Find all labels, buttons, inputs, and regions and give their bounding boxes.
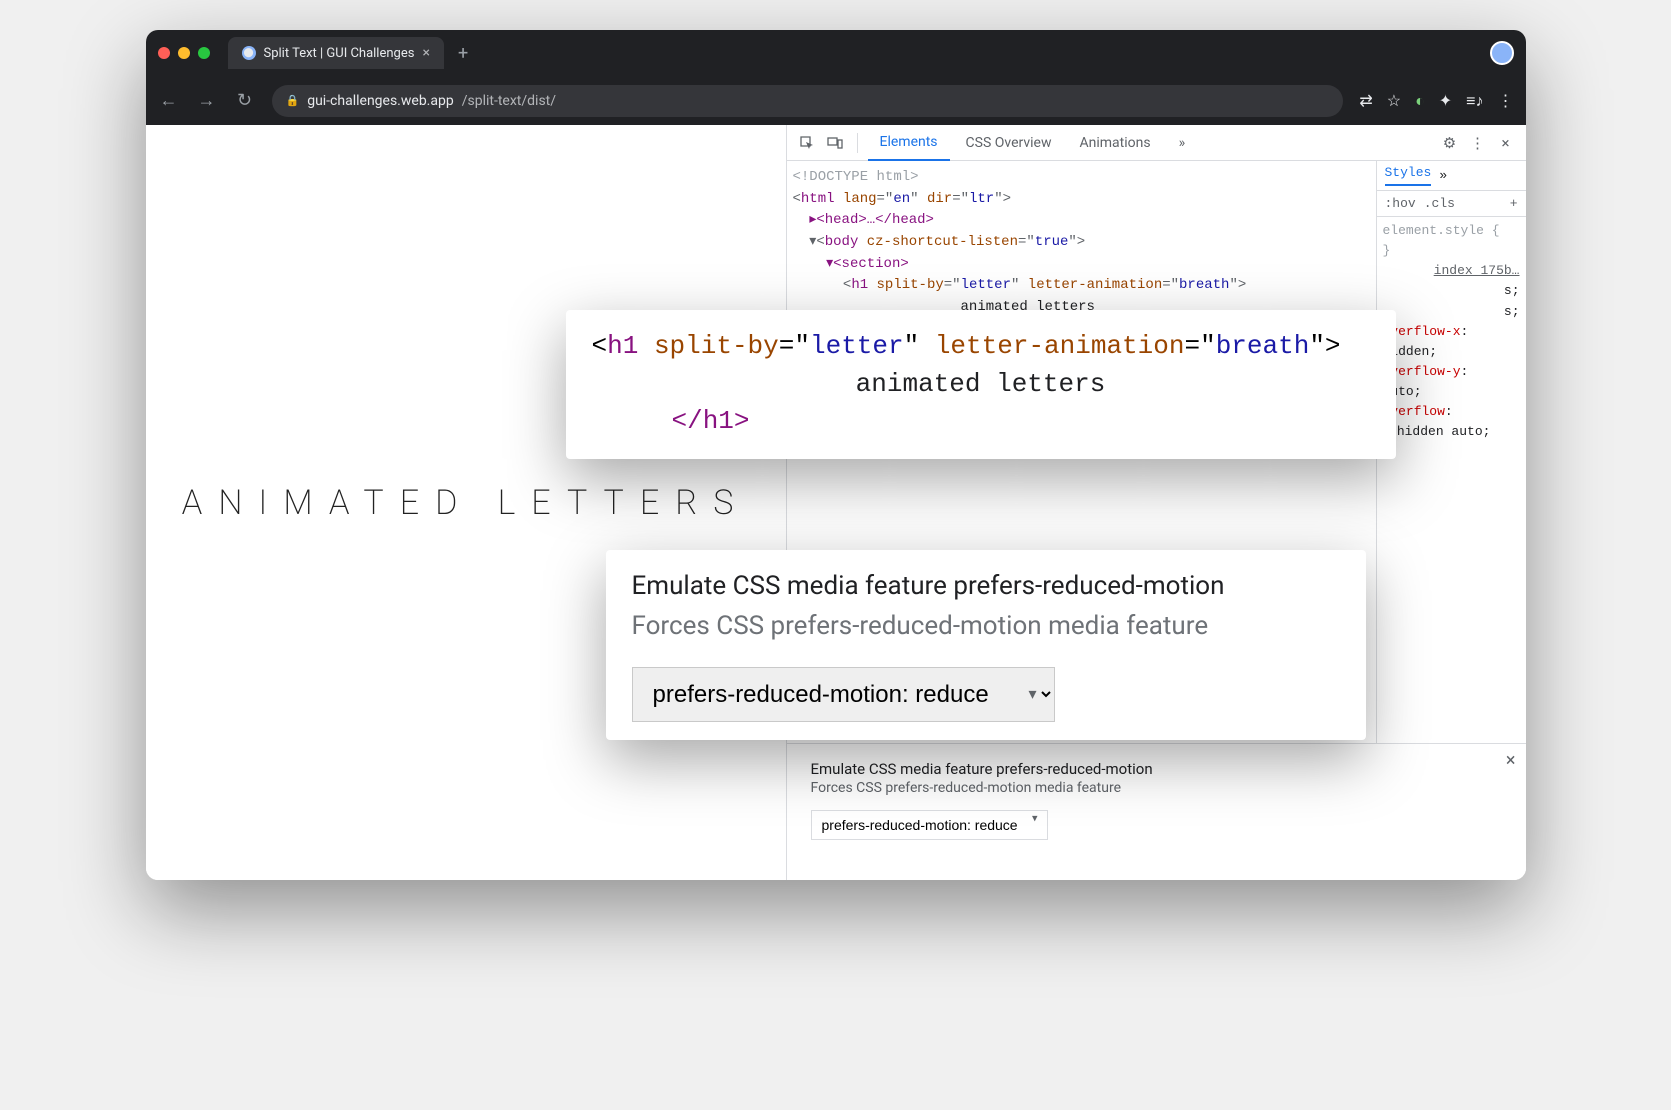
window-controls	[158, 47, 210, 59]
reload-button[interactable]: ↻	[234, 90, 256, 111]
settings-icon[interactable]: ⚙	[1438, 131, 1462, 155]
inspect-icon[interactable]	[795, 131, 819, 155]
callout-reduced-motion-select[interactable]: prefers-reduced-motion: reduce	[632, 667, 1055, 722]
reduced-motion-select-wrap: prefers-reduced-motion: reduce	[811, 796, 1048, 840]
bookmark-icon[interactable]: ☆	[1387, 91, 1401, 110]
url-host: gui-challenges.web.app	[307, 93, 454, 109]
style-source[interactable]: index 175b…	[1383, 261, 1520, 281]
profile-avatar[interactable]	[1490, 41, 1514, 65]
devtools-tab-css-overview[interactable]: CSS Overview	[954, 125, 1064, 161]
page-content: ANIMATED LETTERS	[146, 125, 786, 880]
dom-head: ▸<head>…</head>	[793, 210, 1376, 232]
styles-filter-row: :hov .cls +	[1377, 191, 1526, 217]
callout-select-wrap: prefers-reduced-motion: reduce	[632, 667, 1055, 722]
translate-icon[interactable]: ⇄	[1359, 91, 1372, 110]
callout-code-snippet: <h1 split-by="letter" letter-animation="…	[566, 310, 1396, 459]
element-style-open: element.style {	[1383, 221, 1520, 241]
extension-icon[interactable]: ◐	[1415, 91, 1425, 111]
rule-cut-2: s;	[1383, 302, 1520, 322]
callout-rendering-subtitle: Forces CSS prefers-reduced-motion media …	[632, 608, 1340, 644]
css-rule: overflow: ▸ hidden auto;	[1383, 402, 1520, 442]
close-drawer-button[interactable]: ×	[1506, 750, 1516, 771]
new-tab-button[interactable]: +	[452, 43, 474, 64]
menu-icon[interactable]: ⋮	[1498, 91, 1514, 110]
viewport: ANIMATED LETTERS Elements CSS Overview A…	[146, 125, 1526, 880]
browser-tab[interactable]: ⬤ Split Text | GUI Challenges ×	[228, 37, 444, 69]
toolbar: ← → ↻ 🔒 gui-challenges.web.app/split-tex…	[146, 76, 1526, 125]
rule-cut-1: s;	[1383, 281, 1520, 301]
callout-rendering-title: Emulate CSS media feature prefers-reduce…	[632, 568, 1340, 604]
styles-tabs-more[interactable]: »	[1439, 168, 1447, 183]
browser-window: ⬤ Split Text | GUI Challenges × + ← → ↻ …	[146, 30, 1526, 880]
url-path: /split-text/dist/	[462, 93, 556, 109]
new-rule-button[interactable]: +	[1510, 196, 1518, 211]
tab-strip: ⬤ Split Text | GUI Challenges × +	[146, 30, 1526, 76]
hov-toggle[interactable]: :hov	[1385, 196, 1416, 211]
favicon-icon: ⬤	[242, 46, 256, 60]
close-devtools-button[interactable]: ×	[1494, 131, 1518, 155]
cls-toggle[interactable]: .cls	[1424, 196, 1455, 211]
kebab-icon[interactable]: ⋮	[1466, 131, 1490, 155]
devtools-tab-elements[interactable]: Elements	[868, 125, 950, 161]
device-toggle-icon[interactable]	[823, 131, 847, 155]
close-window-button[interactable]	[158, 47, 170, 59]
dom-body-open: ▾<body cz-shortcut-listen="true">	[793, 232, 1376, 254]
close-tab-button[interactable]: ×	[422, 45, 429, 61]
devtools-tabs-more[interactable]: »	[1167, 125, 1198, 161]
rendering-subtitle: Forces CSS prefers-reduced-motion media …	[811, 780, 1502, 796]
lock-icon: 🔒	[286, 94, 300, 107]
devtools-panel: Elements CSS Overview Animations » ⚙ ⋮ ×…	[786, 125, 1526, 880]
toolbar-right: ⇄ ☆ ◐ ✦ ≡♪ ⋮	[1359, 91, 1513, 111]
dom-section: ▾<section>	[793, 254, 1376, 276]
styles-rules[interactable]: element.style { } index 175b… s; s; over…	[1377, 217, 1526, 447]
styles-tab[interactable]: Styles	[1385, 165, 1432, 186]
styles-tabs: Styles »	[1377, 161, 1526, 191]
tab-title: Split Text | GUI Challenges	[264, 46, 415, 61]
dom-doctype: <!DOCTYPE html>	[793, 167, 1376, 189]
extensions-icon[interactable]: ✦	[1439, 91, 1452, 110]
back-button[interactable]: ←	[158, 90, 180, 111]
dom-h1: <h1 split-by="letter" letter-animation="…	[793, 275, 1376, 297]
forward-button[interactable]: →	[196, 90, 218, 111]
code-line-text: animated letters	[592, 366, 1370, 404]
element-style-close: }	[1383, 241, 1520, 261]
code-line-open: <h1 split-by="letter" letter-animation="…	[592, 328, 1370, 366]
page-heading: ANIMATED LETTERS	[182, 483, 750, 523]
media-icon[interactable]: ≡♪	[1466, 91, 1483, 111]
address-bar[interactable]: 🔒 gui-challenges.web.app/split-text/dist…	[272, 85, 1344, 117]
dom-html-open: <html lang="en" dir="ltr">	[793, 189, 1376, 211]
rendering-title: Emulate CSS media feature prefers-reduce…	[811, 760, 1502, 778]
maximize-window-button[interactable]	[198, 47, 210, 59]
styles-pane: Styles » :hov .cls + element.style { } i…	[1376, 161, 1526, 743]
rendering-drawer: × Emulate CSS media feature prefers-redu…	[787, 743, 1526, 880]
browser-chrome: ⬤ Split Text | GUI Challenges × + ← → ↻ …	[146, 30, 1526, 125]
devtools-tab-animations[interactable]: Animations	[1068, 125, 1163, 161]
reduced-motion-select[interactable]: prefers-reduced-motion: reduce	[811, 810, 1048, 840]
css-rule: overflow-x: hidden;	[1383, 322, 1520, 362]
callout-rendering: Emulate CSS media feature prefers-reduce…	[606, 550, 1366, 740]
minimize-window-button[interactable]	[178, 47, 190, 59]
code-line-close: </h1>	[592, 403, 1370, 441]
devtools-tabbar: Elements CSS Overview Animations » ⚙ ⋮ ×	[787, 125, 1526, 161]
css-rule: overflow-y: auto;	[1383, 362, 1520, 402]
